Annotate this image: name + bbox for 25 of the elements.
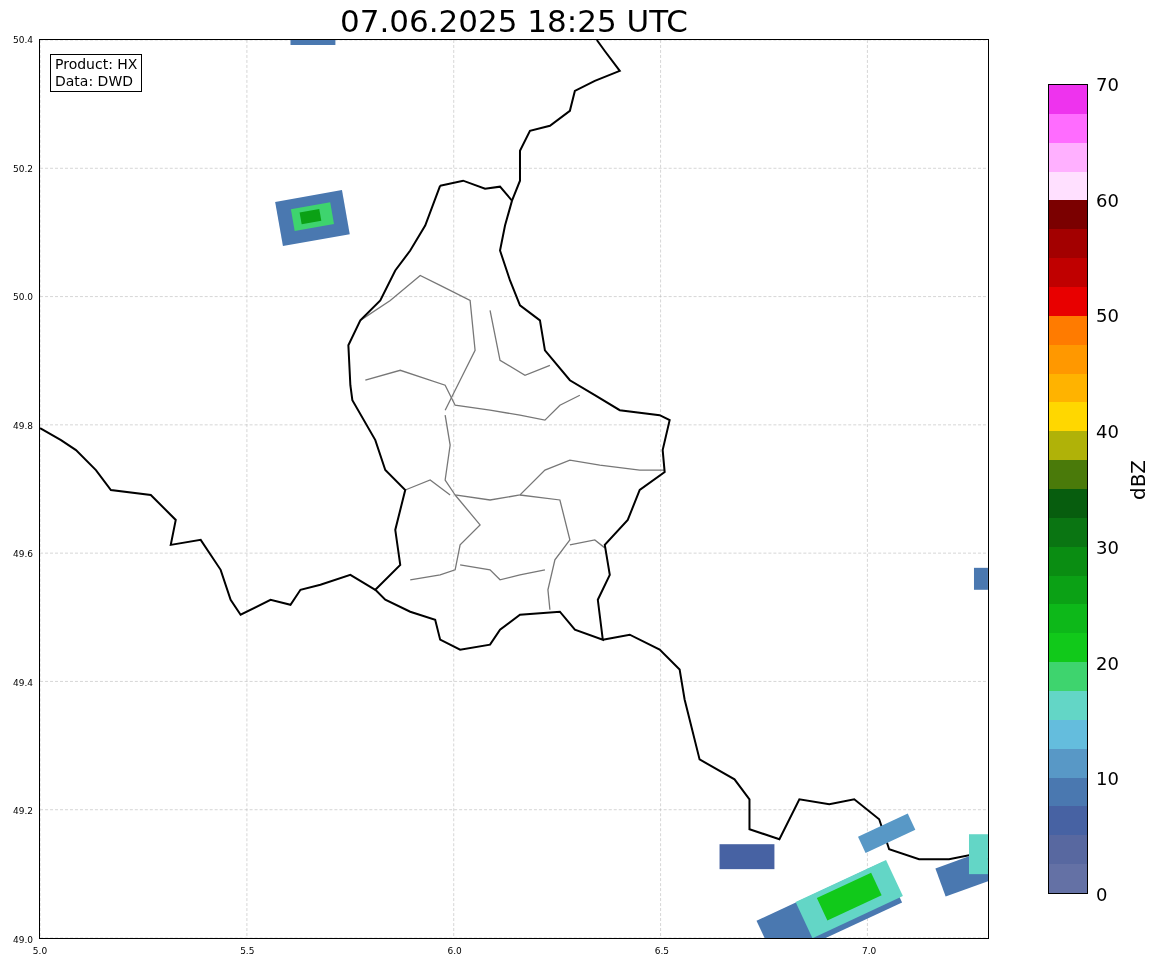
y-tick-label: 49.8 xyxy=(12,420,33,431)
scale-tick-label: 30 xyxy=(1096,536,1119,558)
scale-tick-label: 20 xyxy=(1096,652,1119,674)
x-tick-label: 7.0 xyxy=(862,946,877,956)
scale-tick-label: 70 xyxy=(1096,73,1119,95)
scale-tick-label: 10 xyxy=(1096,767,1119,789)
x-tick-label: 6.5 xyxy=(654,946,670,956)
y-tick-label: 50.0 xyxy=(12,292,33,303)
y-tick-label: 49.6 xyxy=(12,549,33,560)
x-tick-label: 6.0 xyxy=(447,946,462,956)
scale-unit-label: dBZ xyxy=(1126,459,1151,501)
scale-tick-label: 60 xyxy=(1096,189,1119,211)
scale-tick-label: 0 xyxy=(1096,883,1108,905)
y-tick-label: 50.2 xyxy=(12,163,33,174)
y-tick-label: 50.4 xyxy=(12,35,33,45)
y-tick-label: 49.0 xyxy=(12,935,33,945)
scale-tick-label: 40 xyxy=(1096,420,1119,442)
info-text: Data: DWD xyxy=(55,73,134,90)
scale-tick-label: 50 xyxy=(1096,304,1119,326)
y-tick-label: 49.4 xyxy=(12,677,33,688)
x-tick-label: 5.0 xyxy=(32,946,48,956)
info-text: Product: HX xyxy=(55,56,138,73)
y-tick-label: 49.2 xyxy=(12,806,33,817)
chart-title: 07.06.2025 18:25 UTC xyxy=(339,2,689,39)
x-tick-label: 5.5 xyxy=(240,946,255,956)
